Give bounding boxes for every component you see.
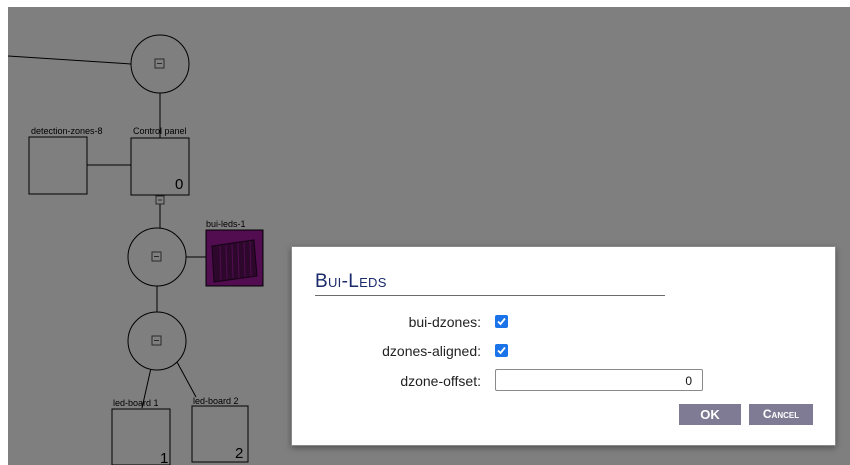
checkmark-icon — [497, 346, 506, 355]
bui-dzones-row: bui-dzones: — [292, 312, 835, 332]
dzones-aligned-checkbox[interactable] — [495, 344, 508, 357]
dialog-title: Bui-Leds — [315, 271, 665, 296]
cancel-button[interactable]: Cancel — [749, 404, 813, 425]
dzone-offset-input[interactable]: 0 — [495, 369, 703, 391]
checkmark-icon — [497, 317, 506, 326]
dzones-aligned-row: dzones-aligned: — [292, 341, 835, 361]
dzones-aligned-label: dzones-aligned: — [382, 343, 481, 359]
bui-leds-dialog: Bui-Leds bui-dzones: dzones-aligned: dzo… — [291, 246, 836, 446]
bui-dzones-label: bui-dzones: — [408, 314, 481, 330]
dzone-offset-label: dzone-offset: — [400, 373, 481, 389]
dzone-offset-row: dzone-offset: 0 — [292, 369, 835, 391]
ok-button[interactable]: OK — [679, 404, 741, 425]
bui-dzones-checkbox[interactable] — [495, 315, 508, 328]
